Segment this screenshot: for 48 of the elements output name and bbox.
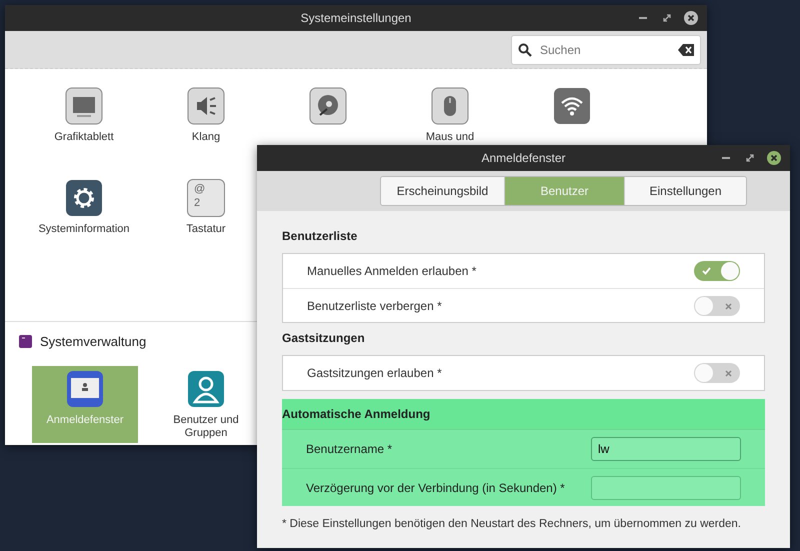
item-label[interactable]: Maus und [426,131,474,144]
setting-label: Gastsitzungen erlauben * [307,365,442,382]
setting-label: Benutzerliste verbergen * [307,298,442,314]
mouse-icon [431,87,469,125]
text-field[interactable] [591,476,741,500]
wifi-icon [553,87,591,125]
speaker-icon [187,87,225,125]
clear-icon[interactable] [678,44,694,56]
key-icon: @ 2 [187,179,225,217]
monitor-icon [65,87,103,125]
search-field[interactable]: Suchen [511,34,701,64]
check-icon [702,267,711,275]
text-field[interactable]: lw [591,437,741,461]
settings-tile[interactable]: Benutzer und Gruppen [160,366,252,442]
setting-label: Manuelles Anmelden erlauben * [307,263,476,280]
tab[interactable]: Erscheinungsbild [381,177,504,205]
close-icon [684,11,698,25]
close-icon [767,151,781,165]
section-title: Systemverwaltung [40,333,146,351]
login-screen-icon [66,370,104,408]
gear-icon [65,179,103,217]
setting-label: Verzögerung vor der Verbindung (in Sekunden) * [306,480,565,496]
search-icon [518,42,532,56]
section-title: Gastsitzungen [282,330,366,347]
close-button[interactable] [766,150,782,166]
item-label[interactable]: Grafiktablett [54,131,114,144]
item-label[interactable]: Tastatur [186,223,226,236]
toggle-switch[interactable] [694,363,740,383]
maximize-icon [663,14,671,22]
user-icon [187,370,225,408]
section-title: Automatische Anmeldung [282,406,432,423]
cross-icon [725,370,732,377]
toggle-switch[interactable] [694,261,740,281]
setting-label: Benutzername * [306,441,392,458]
minimize-icon [722,157,730,159]
item-label[interactable]: Systeminformation [38,223,130,236]
item-label[interactable]: Klang [192,131,220,144]
toggle-switch[interactable] [694,296,740,316]
window-title: Anmeldefenster [481,150,566,167]
footnote: * Diese Einstellungen benötigen den Neustart des Rechners, um übernommen zu werden. [282,517,742,532]
category-icon [19,335,32,348]
tab[interactable]: Einstellungen [624,177,746,205]
maximize-icon [746,154,754,162]
cross-icon [725,302,732,310]
minimize-icon [639,17,647,19]
window-title: Systemeinstellungen [300,10,412,27]
section-title: Benutzerliste [282,228,358,245]
close-button[interactable] [683,10,699,26]
